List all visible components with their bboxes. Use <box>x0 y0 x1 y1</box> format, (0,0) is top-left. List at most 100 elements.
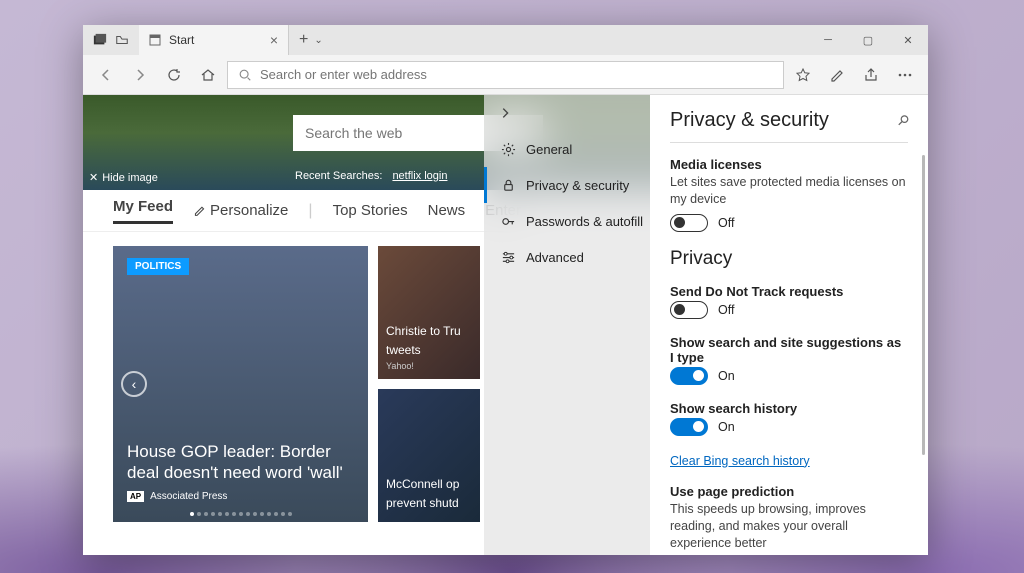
titlebar-left-icons <box>83 25 139 55</box>
detail-title: Privacy & security <box>670 109 829 132</box>
featured-card-text: House GOP leader: Border deal doesn't ne… <box>127 441 354 503</box>
nav-privacy-label: Privacy & security <box>526 178 629 193</box>
media-licenses-state: Off <box>718 216 734 230</box>
nav-advanced[interactable]: Advanced <box>484 239 650 275</box>
recent-searches-label: Recent Searches: <box>295 170 382 182</box>
featured-title: House GOP leader: Border deal doesn't ne… <box>127 441 354 484</box>
featured-card[interactable]: POLITICS ‹ House GOP leader: Border deal… <box>113 246 368 522</box>
dnt-state: Off <box>718 303 734 317</box>
settings-detail: Privacy & security ⚲ Media licenses Let … <box>650 95 928 555</box>
tab-news[interactable]: News <box>428 202 466 219</box>
tab-menu-chevron-icon[interactable]: ⌄ <box>314 35 322 46</box>
source-name: Associated Press <box>150 491 227 502</box>
more-button[interactable] <box>890 60 920 90</box>
scrollbar[interactable] <box>922 155 925 455</box>
side-cards-column: Christie to Tru tweets Yahoo! McConnell … <box>378 246 480 522</box>
history-state: On <box>718 420 735 434</box>
browser-tab[interactable]: Start × <box>139 25 289 55</box>
page-content: ✕ Hide image Recent Searches: netflix lo… <box>83 95 928 555</box>
forward-button[interactable] <box>125 60 155 90</box>
sliders-icon <box>501 250 516 265</box>
key-icon <box>501 214 516 229</box>
recent-searches: Recent Searches: netflix login <box>295 170 447 182</box>
nav-passwords-autofill[interactable]: Passwords & autofill <box>484 203 650 239</box>
folder-icon[interactable] <box>93 33 107 47</box>
pin-icon[interactable]: ⚲ <box>893 111 912 130</box>
tab-top-stories[interactable]: Top Stories <box>333 202 408 219</box>
window-controls: ─ ▢ ✕ <box>808 25 928 55</box>
source-logo: AP <box>127 491 144 502</box>
hide-image-label: Hide image <box>102 172 158 184</box>
tab-page-icon <box>149 34 161 46</box>
home-button[interactable] <box>193 60 223 90</box>
history-toggle[interactable] <box>670 418 708 436</box>
refresh-button[interactable] <box>159 60 189 90</box>
prediction-label: Use page prediction <box>670 484 908 499</box>
notes-button[interactable] <box>822 60 852 90</box>
featured-source: AP Associated Press <box>127 491 354 502</box>
new-tab-button[interactable]: + <box>299 31 308 49</box>
favorite-button[interactable] <box>788 60 818 90</box>
address-bar[interactable] <box>227 61 784 89</box>
tab-label: Start <box>169 33 262 47</box>
pencil-icon <box>193 204 206 217</box>
settings-back-button[interactable] <box>484 95 650 131</box>
nav-privacy-security[interactable]: Privacy & security <box>484 167 650 203</box>
nav-general-label: General <box>526 142 572 157</box>
lock-icon <box>501 178 516 193</box>
address-input[interactable] <box>260 67 773 82</box>
side-card-1[interactable]: Christie to Tru tweets Yahoo! <box>378 246 480 379</box>
history-label: Show search history <box>670 401 908 416</box>
title-bar: Start × + ⌄ ─ ▢ ✕ <box>83 25 928 55</box>
history-toggle-row: On <box>670 418 908 436</box>
media-licenses-desc: Let sites save protected media licenses … <box>670 174 908 208</box>
new-tab-area: + ⌄ <box>289 25 333 55</box>
personalize-label: Personalize <box>210 202 288 219</box>
recent-search-term[interactable]: netflix login <box>392 170 447 182</box>
privacy-heading: Privacy <box>670 248 908 270</box>
back-button[interactable] <box>91 60 121 90</box>
settings-panel: General Privacy & security Passwords & a… <box>484 95 928 555</box>
dnt-label: Send Do Not Track requests <box>670 284 908 299</box>
suggestions-toggle-row: On <box>670 367 908 385</box>
side-card-2[interactable]: McConnell op prevent shutd <box>378 389 480 522</box>
card1-source: Yahoo! <box>386 361 472 371</box>
tabs-icon[interactable] <box>115 33 129 47</box>
hide-image-button[interactable]: ✕ Hide image <box>89 171 158 184</box>
nav-general[interactable]: General <box>484 131 650 167</box>
detail-header: Privacy & security ⚲ <box>670 109 908 143</box>
carousel-dots <box>190 512 292 516</box>
nav-advanced-label: Advanced <box>526 250 584 265</box>
card2-title: McConnell op <box>386 477 472 491</box>
prediction-desc: This speeds up browsing, improves readin… <box>670 501 908 552</box>
settings-nav: General Privacy & security Passwords & a… <box>484 95 650 555</box>
close-icon: ✕ <box>89 171 98 184</box>
suggestions-toggle[interactable] <box>670 367 708 385</box>
media-licenses-toggle-row: Off <box>670 214 908 232</box>
dnt-toggle-row: Off <box>670 301 908 319</box>
search-icon <box>238 68 252 82</box>
category-badge: POLITICS <box>127 258 189 275</box>
tab-personalize[interactable]: Personalize <box>193 202 288 219</box>
toolbar <box>83 55 928 95</box>
dnt-toggle[interactable] <box>670 301 708 319</box>
close-button[interactable]: ✕ <box>888 25 928 55</box>
suggestions-label: Show search and site suggestions as I ty… <box>670 335 908 365</box>
card1-sub: tweets <box>386 343 472 357</box>
tab-close-icon[interactable]: × <box>270 32 278 48</box>
clear-history-link[interactable]: Clear Bing search history <box>670 454 810 468</box>
share-button[interactable] <box>856 60 886 90</box>
nav-separator: | <box>308 202 312 220</box>
suggestions-state: On <box>718 369 735 383</box>
gear-icon <box>501 142 516 157</box>
prev-arrow-icon[interactable]: ‹ <box>121 371 147 397</box>
card1-title: Christie to Tru <box>386 324 472 338</box>
nav-passwords-label: Passwords & autofill <box>526 214 643 229</box>
media-licenses-toggle[interactable] <box>670 214 708 232</box>
edge-browser-window: Start × + ⌄ ─ ▢ ✕ ✕ Hide ima <box>83 25 928 555</box>
media-licenses-label: Media licenses <box>670 157 908 172</box>
minimize-button[interactable]: ─ <box>808 25 848 55</box>
tab-my-feed[interactable]: My Feed <box>113 198 173 224</box>
maximize-button[interactable]: ▢ <box>848 25 888 55</box>
card2-sub: prevent shutd <box>386 496 472 510</box>
